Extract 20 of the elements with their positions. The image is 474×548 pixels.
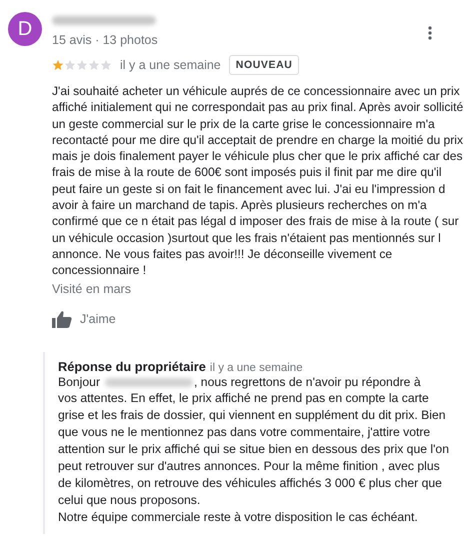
star-icon [100,59,112,71]
star-icon [52,59,64,71]
more-icon [428,26,432,40]
thumbs-up-icon [52,310,72,328]
author-stats: 15 avis · 13 photos [52,33,159,47]
reply-text: vos attentes. En effet, le prix affiché ne prend pas en compte la carte grise et les frais de dossier, qui viennent en supplément du dit prix. Bien que vous ne le mentionnez pas dans votre commentaire, j'attire votre attention sur le prix affiché qui se situe bien en dessous des prix que l'on peut retrouver sur d'autres annonces. Pour la même finition , avec plus de kilomètres, on retrouve des véhicules affichés 3 000 € plus cher que celui que nous proposons. [58,390,450,509]
review-time: il y a une semaine [120,58,221,72]
reply-title: Réponse du propriétaire [58,358,206,374]
reply-text: , nous regrettons de n'avoir pu répondre à [194,374,421,390]
review-text: J'ai souhaité acheter un véhicule auprés de ce concessionnaire avec un prix affiché initialement qui ne correspondait pas au prix final. Après avoir sollicité un geste commercial sur le prix de la carte grise le concessionnaire m'a recontacté pour me dire qu'il acceptait de prendre en charge la moitié du prix mais je dois finalement payer le véhicule plus cher que le prix affiché car des frais de mise à la route de 600€ sont imposés puis il finit par me dire qu'il peut faire un geste si on fait le financement avec lui. J'ai eu l'impression d avoir à faire un marchand de tapis. Après plusieurs recherches on m'a confirmé que ce n était pas légal d imposer des frais de mise à la route ( sur un véhicule occasion )surtout que les frais n'étaient pas mentionnés sur l annonce. Ne vous faites pas avoir!!! Je déconseille vivement ce concessionnaire ! [52,83,464,279]
star-icon [88,59,100,71]
avatar[interactable]: D [8,12,42,46]
star-icon [64,59,76,71]
reply-closing: Notre équipe commerciale reste à votre disposition le cas échéant. [58,508,419,526]
new-badge: NOUVEAU [228,55,300,75]
visit-date: Visité en mars [52,282,132,296]
reply-time: il y a une semaine [210,362,303,374]
reply-greeting: Bonjour [58,374,100,390]
like-button[interactable]: J'aime [52,310,116,328]
star-icon [76,59,88,71]
